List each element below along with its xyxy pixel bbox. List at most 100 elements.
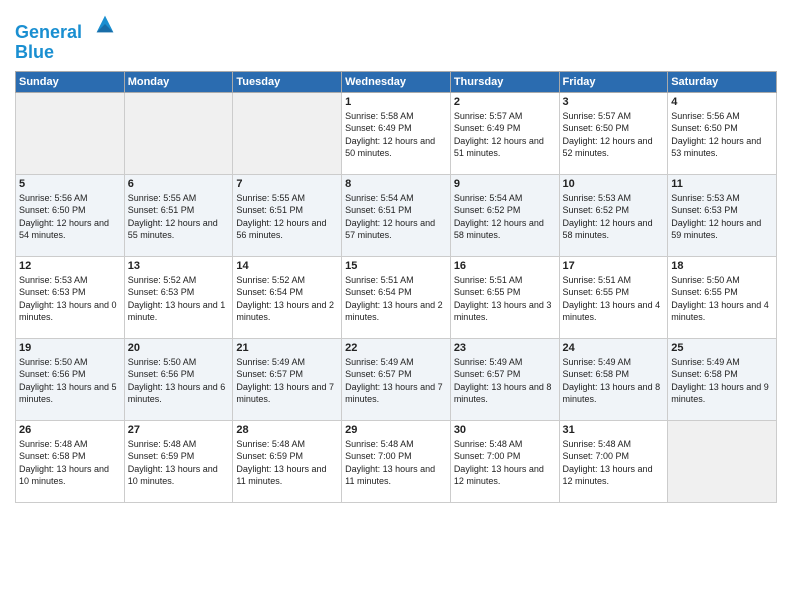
day-info: Sunrise: 5:49 AMSunset: 6:57 PMDaylight:… xyxy=(236,356,338,406)
header-row: SundayMondayTuesdayWednesdayThursdayFrid… xyxy=(16,71,777,92)
calendar-cell: 20 Sunrise: 5:50 AMSunset: 6:56 PMDayligh… xyxy=(124,338,233,420)
weekday-header: Wednesday xyxy=(342,71,451,92)
calendar-cell: 4Sunrise: 5:56 AMSunset: 6:50 PMDaylight… xyxy=(668,92,777,174)
calendar-cell: 19Sunrise: 5:50 AMSunset: 6:56 PMDayligh… xyxy=(16,338,125,420)
day-number: 3 xyxy=(563,96,665,108)
day-info: Sunrise: 5:57 AMSunset: 6:50 PMDaylight:… xyxy=(563,110,665,160)
calendar-week-row: 1Sunrise: 5:58 AMSunset: 6:49 PMDaylight… xyxy=(16,92,777,174)
day-info: Sunrise: 5:55 AMSunset: 6:51 PMDaylight:… xyxy=(236,192,338,242)
calendar-week-row: 26 Sunrise: 5:48 AMSunset: 6:58 PMDayligh… xyxy=(16,420,777,502)
calendar-cell: 1Sunrise: 5:58 AMSunset: 6:49 PMDaylight… xyxy=(342,92,451,174)
day-number: 13 xyxy=(128,260,230,272)
day-number: 29 xyxy=(345,424,447,436)
day-info: Sunrise: 5:54 AMSunset: 6:51 PMDaylight:… xyxy=(345,192,447,242)
day-number: 8 xyxy=(345,178,447,190)
calendar-cell: 6Sunrise: 5:55 AMSunset: 6:51 PMDaylight… xyxy=(124,174,233,256)
calendar-cell: 29Sunrise: 5:48 AMSunset: 7:00 PMDayligh… xyxy=(342,420,451,502)
day-number: 31 xyxy=(563,424,665,436)
day-number: 7 xyxy=(236,178,338,190)
day-info: Sunrise: 5:49 AMSunset: 6:58 PMDaylight:… xyxy=(563,356,665,406)
logo: General Blue xyxy=(15,10,119,63)
day-info: Sunrise: 5:52 AMSunset: 6:53 PMDaylight:… xyxy=(128,274,230,324)
weekday-header: Monday xyxy=(124,71,233,92)
weekday-header: Sunday xyxy=(16,71,125,92)
day-number: 23 xyxy=(454,342,556,354)
day-info: Sunrise: 5:51 AMSunset: 6:55 PMDaylight:… xyxy=(563,274,665,324)
calendar-cell: 24Sunrise: 5:49 AMSunset: 6:58 PMDayligh… xyxy=(559,338,668,420)
day-info: Sunrise: 5:50 AMSunset: 6:55 PMDaylight:… xyxy=(671,274,773,324)
day-number: 16 xyxy=(454,260,556,272)
day-number: 5 xyxy=(19,178,121,190)
logo-general: General xyxy=(15,22,82,42)
calendar-cell: 7 Sunrise: 5:55 AMSunset: 6:51 PMDaylight… xyxy=(233,174,342,256)
calendar-cell: 25 Sunrise: 5:49 AMSunset: 6:58 PMDayligh… xyxy=(668,338,777,420)
calendar-table: SundayMondayTuesdayWednesdayThursdayFrid… xyxy=(15,71,777,503)
day-number: 17 xyxy=(563,260,665,272)
calendar-week-row: 5 Sunrise: 5:56 AMSunset: 6:50 PMDaylight… xyxy=(16,174,777,256)
day-info: Sunrise: 5:48 AMSunset: 7:00 PMDaylight:… xyxy=(454,438,556,488)
calendar-cell xyxy=(124,92,233,174)
day-info: Sunrise: 5:49 AMSunset: 6:58 PMDaylight:… xyxy=(671,356,773,406)
day-number: 26 xyxy=(19,424,121,436)
day-info: Sunrise: 5:56 AMSunset: 6:50 PMDaylight:… xyxy=(671,110,773,160)
page-container: General Blue SundayMondayTuesdayWednesda… xyxy=(0,0,792,513)
day-number: 1 xyxy=(345,96,447,108)
day-number: 15 xyxy=(345,260,447,272)
calendar-cell: 10Sunrise: 5:53 AMSunset: 6:52 PMDayligh… xyxy=(559,174,668,256)
calendar-cell: 9 Sunrise: 5:54 AMSunset: 6:52 PMDaylight… xyxy=(450,174,559,256)
day-number: 25 xyxy=(671,342,773,354)
calendar-cell: 8 Sunrise: 5:54 AMSunset: 6:51 PMDaylight… xyxy=(342,174,451,256)
calendar-cell xyxy=(233,92,342,174)
day-info: Sunrise: 5:53 AMSunset: 6:53 PMDaylight:… xyxy=(19,274,121,324)
day-info: Sunrise: 5:53 AMSunset: 6:53 PMDaylight:… xyxy=(671,192,773,242)
day-number: 11 xyxy=(671,178,773,190)
calendar-cell: 3 Sunrise: 5:57 AMSunset: 6:50 PMDaylight… xyxy=(559,92,668,174)
calendar-cell: 28Sunrise: 5:48 AMSunset: 6:59 PMDayligh… xyxy=(233,420,342,502)
day-info: Sunrise: 5:50 AMSunset: 6:56 PMDaylight:… xyxy=(19,356,121,406)
day-number: 21 xyxy=(236,342,338,354)
day-info: Sunrise: 5:57 AMSunset: 6:49 PMDaylight:… xyxy=(454,110,556,160)
day-info: Sunrise: 5:54 AMSunset: 6:52 PMDaylight:… xyxy=(454,192,556,242)
calendar-cell: 16Sunrise: 5:51 AMSunset: 6:55 PMDayligh… xyxy=(450,256,559,338)
weekday-header: Thursday xyxy=(450,71,559,92)
day-info: Sunrise: 5:53 AMSunset: 6:52 PMDaylight:… xyxy=(563,192,665,242)
weekday-header: Saturday xyxy=(668,71,777,92)
day-info: Sunrise: 5:48 AMSunset: 6:58 PMDaylight:… xyxy=(19,438,121,488)
day-info: Sunrise: 5:49 AMSunset: 6:57 PMDaylight:… xyxy=(454,356,556,406)
day-number: 2 xyxy=(454,96,556,108)
logo-blue: Blue xyxy=(15,43,119,63)
day-number: 14 xyxy=(236,260,338,272)
day-info: Sunrise: 5:56 AMSunset: 6:50 PMDaylight:… xyxy=(19,192,121,242)
day-number: 20 xyxy=(128,342,230,354)
calendar-cell: 30Sunrise: 5:48 AMSunset: 7:00 PMDayligh… xyxy=(450,420,559,502)
day-info: Sunrise: 5:48 AMSunset: 6:59 PMDaylight:… xyxy=(128,438,230,488)
page-header: General Blue xyxy=(15,10,777,63)
calendar-cell: 27Sunrise: 5:48 AMSunset: 6:59 PMDayligh… xyxy=(124,420,233,502)
day-info: Sunrise: 5:49 AMSunset: 6:57 PMDaylight:… xyxy=(345,356,447,406)
calendar-cell: 21 Sunrise: 5:49 AMSunset: 6:57 PMDayligh… xyxy=(233,338,342,420)
weekday-header: Tuesday xyxy=(233,71,342,92)
calendar-cell: 18 Sunrise: 5:50 AMSunset: 6:55 PMDayligh… xyxy=(668,256,777,338)
day-number: 9 xyxy=(454,178,556,190)
calendar-cell: 11 Sunrise: 5:53 AMSunset: 6:53 PMDayligh… xyxy=(668,174,777,256)
calendar-cell: 23 Sunrise: 5:49 AMSunset: 6:57 PMDayligh… xyxy=(450,338,559,420)
day-info: Sunrise: 5:48 AMSunset: 6:59 PMDaylight:… xyxy=(236,438,338,488)
day-info: Sunrise: 5:52 AMSunset: 6:54 PMDaylight:… xyxy=(236,274,338,324)
day-number: 12 xyxy=(19,260,121,272)
calendar-cell: 12 Sunrise: 5:53 AMSunset: 6:53 PMDayligh… xyxy=(16,256,125,338)
weekday-header: Friday xyxy=(559,71,668,92)
day-info: Sunrise: 5:51 AMSunset: 6:54 PMDaylight:… xyxy=(345,274,447,324)
day-info: Sunrise: 5:50 AMSunset: 6:56 PMDaylight:… xyxy=(128,356,230,406)
calendar-cell: 26 Sunrise: 5:48 AMSunset: 6:58 PMDayligh… xyxy=(16,420,125,502)
calendar-cell: 31 Sunrise: 5:48 AMSunset: 7:00 PMDayligh… xyxy=(559,420,668,502)
calendar-cell: 17 Sunrise: 5:51 AMSunset: 6:55 PMDayligh… xyxy=(559,256,668,338)
calendar-cell: 22 Sunrise: 5:49 AMSunset: 6:57 PMDayligh… xyxy=(342,338,451,420)
day-info: Sunrise: 5:48 AMSunset: 7:00 PMDaylight:… xyxy=(563,438,665,488)
day-number: 22 xyxy=(345,342,447,354)
calendar-week-row: 19Sunrise: 5:50 AMSunset: 6:56 PMDayligh… xyxy=(16,338,777,420)
logo-icon xyxy=(91,10,119,38)
day-number: 18 xyxy=(671,260,773,272)
calendar-cell: 13 Sunrise: 5:52 AMSunset: 6:53 PMDayligh… xyxy=(124,256,233,338)
calendar-cell: 14 Sunrise: 5:52 AMSunset: 6:54 PMDayligh… xyxy=(233,256,342,338)
calendar-cell: 15 Sunrise: 5:51 AMSunset: 6:54 PMDayligh… xyxy=(342,256,451,338)
